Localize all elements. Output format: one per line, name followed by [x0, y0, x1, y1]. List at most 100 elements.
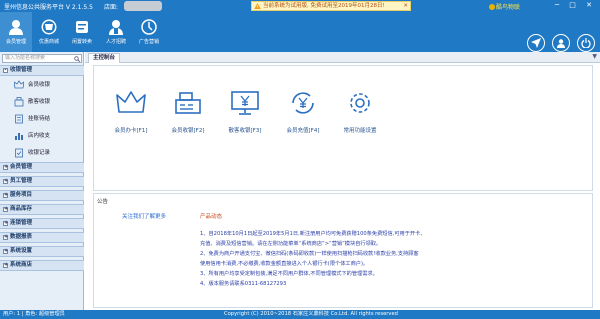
crown-icon	[14, 80, 24, 89]
search-icon[interactable]	[74, 56, 80, 62]
title-bar: 里州信息公共服务平台 V 2.1.5.5 店面: 当前系统为试用版, 免费试用至…	[0, 0, 600, 12]
send-button[interactable]	[527, 34, 545, 52]
nav-label: 人才招聘	[105, 39, 126, 45]
send-icon	[531, 38, 541, 48]
sidebar-item-label: 散客收银	[28, 99, 51, 105]
expand-icon[interactable]: +	[3, 235, 8, 240]
search-placeholder: 输入功能名称搜索	[5, 55, 46, 61]
record-icon	[15, 148, 23, 158]
settings-gear-icon	[350, 93, 370, 113]
news-line: 4、版本服务请联系0311-68127293	[200, 281, 287, 287]
monitor-yen-icon	[231, 91, 259, 115]
expand-icon[interactable]: +	[3, 193, 8, 198]
announcement-header: 公告	[97, 199, 109, 205]
news-line: 3、所有用户均享受定制包装,满足不同用户群体,不同管理模式下的管理需求。	[200, 271, 378, 277]
sidebar-group-store[interactable]: + 系统商店	[0, 260, 84, 271]
quick-action-label: 会员办卡[F1]	[114, 128, 148, 134]
user-button[interactable]	[552, 34, 570, 52]
nav-shopping-mall[interactable]: 优惠商城	[33, 12, 65, 52]
cash-register-icon	[175, 92, 201, 114]
quick-action-member-recharge[interactable]: 会员充值[F4]	[280, 90, 326, 134]
window-title: 里州信息公共服务平台 V 2.1.5.5	[4, 4, 93, 11]
idle-resale-icon	[76, 21, 88, 33]
quick-actions-panel: 会员办卡[F1] 会员收银[F2] 散客收银[F3] 会员充值[F4] 常用功能…	[93, 65, 593, 191]
announcement-panel: 公告 关注我们了解更多 产品动态 1、自2018年10月1日起至2019年5月1…	[93, 193, 593, 308]
news-title: 产品动态	[200, 214, 223, 220]
quick-action-label: 散客收银[F3]	[228, 128, 262, 134]
expand-icon[interactable]: +	[3, 221, 8, 226]
user-icon	[557, 39, 565, 48]
user-badge[interactable]: 酷鸟物联	[489, 2, 520, 11]
nav-label: 会员管理	[5, 39, 26, 45]
sidebar-group-member[interactable]: + 会员管理	[0, 162, 84, 173]
pos-icon	[14, 97, 24, 107]
sidebar-group-label: 系统设置	[10, 248, 33, 254]
sidebar-item-member-checkout[interactable]: 会员收银	[12, 77, 84, 93]
main-content: 主控制台 ▼ 会员办卡[F1] 会员收银[F2] 散客收银[F3] 会员充值[F…	[85, 52, 600, 310]
quick-action-guest-checkout[interactable]: 散客收银[F3]	[222, 90, 268, 134]
sidebar-item-label: 收银记录	[28, 150, 51, 156]
power-button[interactable]	[577, 34, 595, 52]
news-line: 2、免费为商户开通支付宝、微信扫码(条码即收款)一样使用扫描枪扫码收款!收款业务…	[200, 251, 419, 257]
sidebar-group-cashier[interactable]: - 收银管理	[0, 65, 84, 76]
tab-menu-icon[interactable]: ▼	[592, 53, 597, 60]
quick-action-settings[interactable]: 常用功能设置	[337, 90, 383, 134]
window-controls[interactable]: ─ □ ✕	[555, 1, 596, 9]
news-line: 1、自2018年10月1日起至2019年5月1日,新注册用户均可免费获赠100条…	[200, 231, 426, 237]
sidebar-item-label: 店内收支	[28, 133, 51, 139]
quick-action-label: 会员充值[F4]	[286, 128, 320, 134]
follow-us-link[interactable]: 关注我们了解更多	[122, 212, 166, 220]
expand-icon[interactable]: +	[3, 179, 8, 184]
store-label: 店面:	[104, 4, 119, 11]
sidebar-item-store-income[interactable]: 店内收支	[12, 128, 84, 144]
quick-action-member-checkout[interactable]: 会员收银[F2]	[165, 90, 211, 134]
sidebar-group-settings[interactable]: + 系统设置	[0, 246, 84, 257]
expand-icon[interactable]: +	[3, 263, 8, 268]
user-role-status: 用户: 1 | 角色: 超级管理员	[3, 311, 65, 317]
recharge-icon	[292, 92, 314, 114]
sidebar-group-label: 员工管理	[10, 178, 33, 184]
sidebar-group-chain[interactable]: + 连锁管理	[0, 218, 84, 229]
sidebar-group-services[interactable]: + 服务项目	[0, 190, 84, 201]
status-bar: 用户: 1 | 角色: 超级管理员 Copyright (C) 2010~201…	[0, 310, 600, 319]
close-icon[interactable]: ✕	[403, 2, 408, 10]
sidebar-item-cashier-records[interactable]: 收银记录	[12, 145, 84, 161]
collapse-icon[interactable]: -	[3, 68, 8, 73]
trial-notice-text: 当前系统为试用版, 免费试用至2019年01月28日!	[263, 3, 385, 9]
nav-recruitment[interactable]: 人才招聘	[100, 12, 132, 52]
quick-action-label: 会员收银[F2]	[171, 128, 205, 134]
sidebar-item-guest-checkout[interactable]: 散客收银	[12, 94, 84, 110]
nav-label: 优惠商城	[38, 39, 59, 45]
expand-icon[interactable]: +	[3, 207, 8, 212]
power-icon	[581, 38, 591, 48]
sidebar-group-label: 数据报表	[10, 234, 33, 240]
sidebar-group-reports[interactable]: + 数据报表	[0, 232, 84, 243]
crown-icon	[116, 91, 146, 113]
nav-idle-resale[interactable]: 闲置转卖	[66, 12, 98, 52]
sidebar-group-label: 系统商店	[10, 262, 33, 268]
sidebar-group-staff[interactable]: + 员工管理	[0, 176, 84, 187]
nav-ad-marketing[interactable]: 广告营销	[133, 12, 165, 52]
search-input[interactable]: 输入功能名称搜索	[2, 54, 82, 63]
sidebar-group-label: 会员管理	[10, 164, 33, 170]
news-line: 使用信用卡消费,不必缴费,收款金额直接进入个人银行卡(限个体工商户)。	[200, 261, 369, 267]
sidebar-item-pending-bills[interactable]: 挂账待结	[12, 111, 84, 127]
warning-icon	[254, 3, 261, 9]
recruitment-icon	[109, 20, 123, 35]
sidebar-group-label: 商品库存	[10, 206, 33, 212]
nav-label: 闲置转卖	[71, 39, 92, 45]
hanging-bill-icon	[15, 114, 23, 124]
nav-member-management[interactable]: 会员管理	[0, 12, 32, 52]
sidebar-group-label: 服务项目	[10, 192, 33, 198]
sidebar-group-inventory[interactable]: + 商品库存	[0, 204, 84, 215]
expand-icon[interactable]: +	[3, 249, 8, 254]
expand-icon[interactable]: +	[3, 165, 8, 170]
tab-dashboard[interactable]: 主控制台	[88, 53, 121, 63]
quick-action-member-card[interactable]: 会员办卡[F1]	[108, 90, 154, 134]
sidebar-group-label: 连锁管理	[10, 220, 33, 226]
trial-notice: 当前系统为试用版, 免费试用至2019年01月28日! ✕	[251, 1, 411, 11]
user-name: 酷鸟物联	[496, 4, 521, 11]
tab-bar: 主控制台 ▼	[85, 52, 600, 63]
ad-marketing-icon	[141, 19, 157, 35]
member-management-icon	[9, 20, 23, 35]
